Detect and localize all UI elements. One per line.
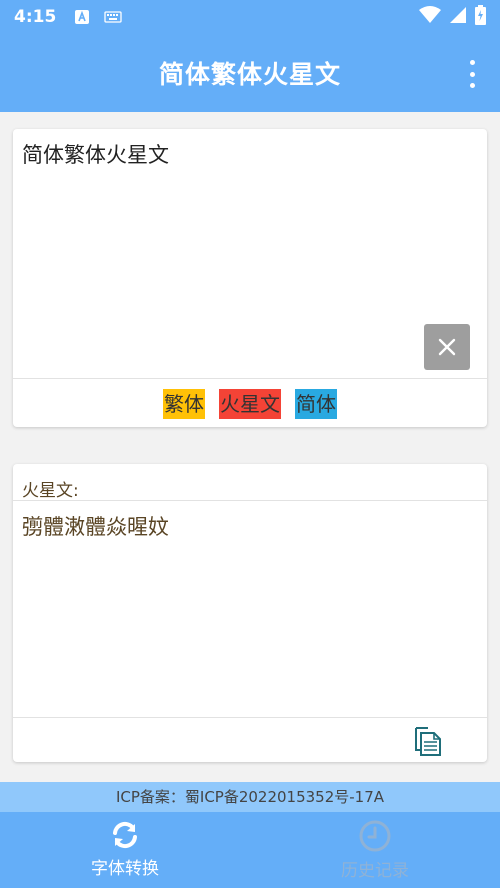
input-textarea[interactable]: 简体繁体火星文 [22,139,169,169]
martian-button[interactable]: 火星文 [219,388,281,419]
output-label: 火星文: [22,481,79,501]
font-notification-icon [74,9,90,25]
bottom-tabbar: 字体转换 历史记录 [0,812,500,888]
copy-button[interactable] [413,725,443,757]
battery-charging-icon [475,5,486,29]
signal-icon [449,6,467,28]
tab-font-convert[interactable]: 字体转换 [0,812,250,888]
page-title: 简体繁体火星文 [158,60,341,89]
divider [13,500,487,501]
wifi-icon [419,6,441,28]
output-text: 彅體潄體焱暒妏 [22,515,169,539]
clear-button[interactable] [424,324,470,370]
traditional-button[interactable]: 繁体 [163,388,205,419]
close-icon [438,338,456,356]
sync-icon [113,821,137,849]
more-vert-icon[interactable] [462,60,482,88]
app-bar: 简体繁体火星文 [0,34,500,112]
bottom-area: ICP备案：蜀ICP备2022015352号-17A 字体转换 历史记录 [0,782,500,888]
simplified-button[interactable]: 简体 [295,388,337,419]
copy-icon [415,727,441,756]
input-card: 简体繁体火星文 繁体 火星文 简体 [13,129,487,427]
tab-label: 字体转换 [91,859,159,879]
tab-history[interactable]: 历史记录 [250,812,500,888]
keyboard-icon [104,11,122,23]
icp-record: ICP备案：蜀ICP备2022015352号-17A [0,782,500,812]
clock-icon [359,820,391,852]
status-bar: 4:15 [0,0,500,34]
status-time: 4:15 [14,7,57,27]
divider [13,717,487,718]
convert-buttons: 繁体 火星文 简体 [13,388,487,419]
output-card: 火星文: 彅體潄體焱暒妏 [13,464,487,762]
divider [13,378,487,379]
tab-label: 历史记录 [341,861,409,881]
